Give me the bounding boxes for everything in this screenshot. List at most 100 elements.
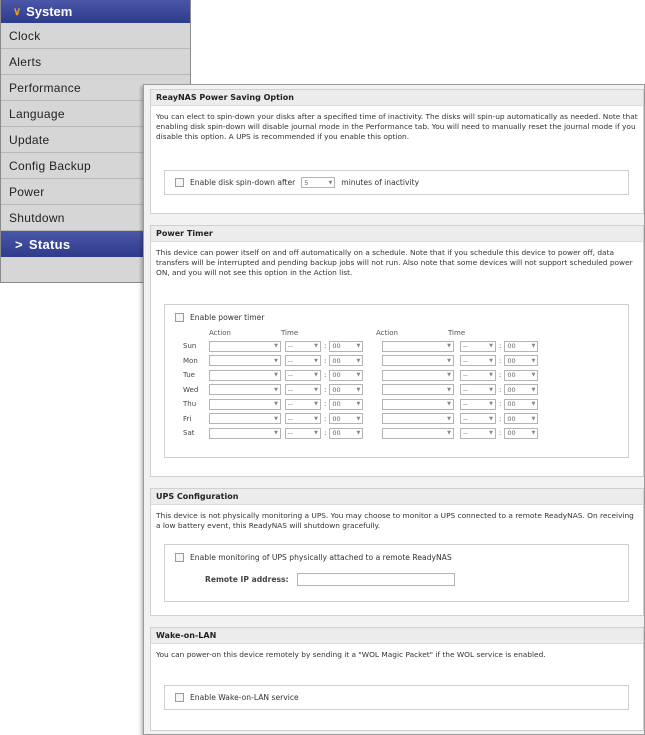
action-select[interactable]: ▼ xyxy=(382,369,454,381)
dropdown-arrow-icon: ▼ xyxy=(356,401,361,408)
remote-ip-input[interactable] xyxy=(296,572,455,586)
menu-item-clock[interactable]: Clock xyxy=(1,23,190,49)
select-value: 00 xyxy=(507,356,516,365)
action-select[interactable]: ▼ xyxy=(209,369,281,381)
dropdown-arrow-icon: ▼ xyxy=(356,415,361,422)
dropdown-arrow-icon: ▼ xyxy=(356,343,361,350)
action-select[interactable]: ▼ xyxy=(382,427,454,439)
ups-checkbox[interactable] xyxy=(175,552,184,562)
day-label: Sun xyxy=(183,342,197,351)
dropdown-arrow-icon: ▼ xyxy=(447,343,451,350)
time-cell: -- ▼:00 ▼ xyxy=(285,427,378,439)
select-value: -- xyxy=(288,342,293,351)
dropdown-arrow-icon: ▼ xyxy=(447,401,451,408)
time-separator: : xyxy=(324,400,327,409)
time-separator: : xyxy=(324,414,327,423)
select-value: -- xyxy=(288,371,293,380)
action-select[interactable]: ▼ xyxy=(382,355,454,367)
time-separator: : xyxy=(324,356,327,365)
chevron-down-icon: ∨ xyxy=(13,6,22,18)
hour-select[interactable]: -- ▼ xyxy=(285,427,321,439)
hour-select[interactable]: -- ▼ xyxy=(285,398,321,410)
time-cell: -- ▼:00 ▼ xyxy=(460,369,553,381)
dropdown-arrow-icon: ▼ xyxy=(314,372,318,379)
hour-select[interactable]: -- ▼ xyxy=(460,413,496,425)
hour-select[interactable]: -- ▼ xyxy=(460,427,496,439)
time-cell: -- ▼:00 ▼ xyxy=(460,355,553,367)
hour-select[interactable]: -- ▼ xyxy=(285,413,321,425)
hour-select[interactable]: -- ▼ xyxy=(460,340,496,352)
hour-select[interactable]: -- ▼ xyxy=(460,369,496,381)
action-select[interactable]: ▼ xyxy=(209,384,281,396)
timer-row: Sun ▼ -- ▼:00 ▼ ▼ -- ▼:00 ▼ xyxy=(175,339,553,354)
select-value: -- xyxy=(288,356,293,365)
action-select[interactable]: ▼ xyxy=(209,340,281,352)
col-header-time: Time xyxy=(281,329,299,337)
select-value: 00 xyxy=(507,342,516,351)
wol-checkbox[interactable] xyxy=(175,693,184,702)
minute-select[interactable]: 00 ▼ xyxy=(329,369,364,381)
hour-select[interactable]: -- ▼ xyxy=(460,355,496,367)
minute-select[interactable]: 00 ▼ xyxy=(504,413,539,425)
minute-select[interactable]: 00 ▼ xyxy=(329,340,364,352)
dropdown-arrow-icon: ▼ xyxy=(447,386,451,393)
dropdown-arrow-icon: ▼ xyxy=(531,415,536,422)
minute-select[interactable]: 00 ▼ xyxy=(504,398,539,410)
dropdown-arrow-icon: ▼ xyxy=(489,430,493,437)
select-value: 00 xyxy=(507,385,516,394)
action-select[interactable]: ▼ xyxy=(382,398,454,410)
power-timer-grid: Action Time Action Time Sun ▼ -- ▼:00 ▼ ▼ -- ▼:… xyxy=(175,327,553,441)
select-value: -- xyxy=(288,385,293,394)
time-separator: : xyxy=(324,342,327,351)
dropdown-arrow-icon: ▼ xyxy=(314,415,318,422)
select-value: -- xyxy=(463,414,468,423)
minute-select[interactable]: 00 ▼ xyxy=(329,398,364,410)
power-timer-checkbox[interactable] xyxy=(175,312,184,322)
hour-select[interactable]: -- ▼ xyxy=(285,355,321,367)
minute-select[interactable]: 00 ▼ xyxy=(504,369,539,381)
menu-header-system[interactable]: ∨ System xyxy=(1,0,190,23)
dropdown-arrow-icon: ▼ xyxy=(274,343,278,350)
dropdown-arrow-icon: ▼ xyxy=(314,430,318,437)
power-settings-panel: ReayNAS Power Saving Option You can elec… xyxy=(143,84,645,735)
minute-select[interactable]: 00 ▼ xyxy=(504,355,539,367)
action-select[interactable]: ▼ xyxy=(209,427,281,439)
menu-item-alerts[interactable]: Alerts xyxy=(1,49,190,75)
hour-select[interactable]: -- ▼ xyxy=(460,384,496,396)
menu-item-label: Update xyxy=(9,132,50,147)
spin-down-minutes-select[interactable]: 5 ▼ xyxy=(301,177,336,188)
dropdown-arrow-icon: ▼ xyxy=(447,415,451,422)
day-label: Sat xyxy=(183,429,195,438)
dropdown-arrow-icon: ▼ xyxy=(489,372,493,379)
power-timer-box: Enable power timer Action Time Action Ti… xyxy=(164,304,629,458)
minute-select[interactable]: 00 ▼ xyxy=(329,413,364,425)
chevron-right-icon: > xyxy=(15,236,23,252)
action-select[interactable]: ▼ xyxy=(382,384,454,396)
select-value: 00 xyxy=(507,414,516,423)
action-select[interactable]: ▼ xyxy=(209,413,281,425)
hour-select[interactable]: -- ▼ xyxy=(285,340,321,352)
select-value: -- xyxy=(463,429,468,438)
section-title: Power Timer xyxy=(151,226,643,242)
dropdown-arrow-icon: ▼ xyxy=(531,430,536,437)
minute-select[interactable]: 00 ▼ xyxy=(504,340,539,352)
minute-select[interactable]: 00 ▼ xyxy=(504,384,539,396)
spin-down-checkbox[interactable] xyxy=(175,178,184,187)
timer-row: Tue ▼ -- ▼:00 ▼ ▼ -- ▼:00 ▼ xyxy=(175,368,553,383)
minute-select[interactable]: 00 ▼ xyxy=(329,384,364,396)
hour-select[interactable]: -- ▼ xyxy=(285,369,321,381)
day-label: Thu xyxy=(183,400,197,409)
action-select[interactable]: ▼ xyxy=(209,355,281,367)
action-select[interactable]: ▼ xyxy=(382,340,454,352)
hour-select[interactable]: -- ▼ xyxy=(285,384,321,396)
minute-select[interactable]: 00 ▼ xyxy=(504,427,539,439)
action-select[interactable]: ▼ xyxy=(209,398,281,410)
select-value: 00 xyxy=(332,385,341,394)
minute-select[interactable]: 00 ▼ xyxy=(329,355,364,367)
action-select[interactable]: ▼ xyxy=(382,413,454,425)
section-description: This device can power itself on and off … xyxy=(156,248,633,277)
hour-select[interactable]: -- ▼ xyxy=(460,398,496,410)
ups-section: UPS Configuration This device is not phy… xyxy=(150,488,644,616)
minute-select[interactable]: 00 ▼ xyxy=(329,427,364,439)
dropdown-arrow-icon: ▼ xyxy=(274,415,278,422)
